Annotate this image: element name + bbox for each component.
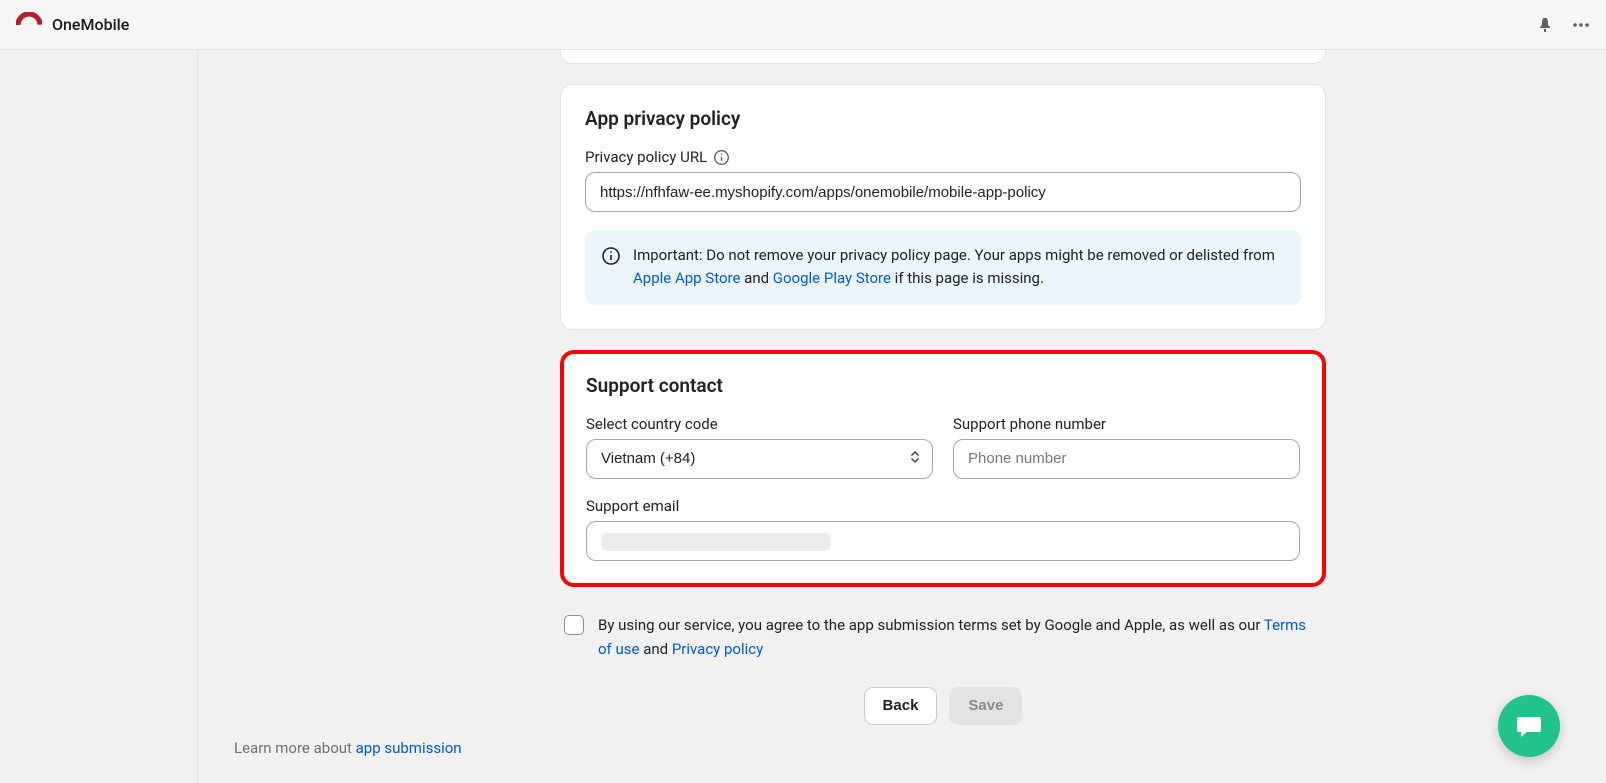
banner-tail: if this page is missing. — [891, 269, 1044, 287]
back-button[interactable]: Back — [864, 687, 938, 725]
privacy-url-label-text: Privacy policy URL — [585, 148, 707, 166]
topbar-left: OneMobile — [16, 12, 129, 38]
apple-store-link[interactable]: Apple App Store — [633, 269, 740, 287]
chat-fab[interactable] — [1498, 695, 1560, 757]
privacy-url-input[interactable] — [585, 172, 1301, 212]
app-logo-icon — [16, 12, 42, 38]
app-submission-link[interactable]: app submission — [356, 739, 462, 757]
topbar-right — [1536, 16, 1590, 34]
support-email-input[interactable] — [586, 521, 1300, 561]
country-code-label: Select country code — [586, 415, 933, 433]
banner-text-1: Do not remove your privacy policy page. … — [706, 246, 1275, 264]
terms-text: By using our service, you agree to the a… — [598, 613, 1322, 661]
main-area: 71/100 App privacy policy Privacy policy… — [198, 50, 1606, 783]
terms-checkbox[interactable] — [564, 615, 584, 635]
pin-icon[interactable] — [1536, 16, 1554, 34]
terms-row: By using our service, you agree to the a… — [560, 607, 1326, 661]
google-store-link[interactable]: Google Play Store — [773, 269, 891, 287]
country-select-wrap: Vietnam (+84) — [586, 439, 933, 479]
left-rail — [0, 50, 198, 783]
save-button: Save — [949, 687, 1022, 725]
privacy-url-group: Privacy policy URL — [585, 148, 1301, 212]
support-contact-card: Support contact Select country code Viet… — [560, 350, 1326, 587]
learn-more-footer: Learn more about app submission — [234, 739, 462, 757]
learn-more-text: Learn more about — [234, 739, 356, 757]
phone-label: Support phone number — [953, 415, 1300, 433]
phone-input[interactable] — [953, 439, 1300, 479]
privacy-url-label: Privacy policy URL — [585, 148, 1301, 166]
country-code-group: Select country code Vietnam (+84) — [586, 415, 933, 479]
page-body: 71/100 App privacy policy Privacy policy… — [0, 50, 1606, 783]
privacy-title: App privacy policy — [585, 107, 1301, 130]
email-label: Support email — [586, 497, 1300, 515]
info-icon[interactable] — [713, 149, 730, 166]
email-group: Support email — [586, 497, 1300, 561]
banner-text: Important: Do not remove your privacy po… — [633, 244, 1285, 291]
privacy-policy-card: App privacy policy Privacy policy URL — [560, 84, 1326, 330]
topbar: OneMobile — [0, 0, 1606, 50]
info-banner-icon — [601, 246, 621, 291]
country-code-select[interactable]: Vietnam (+84) — [586, 439, 933, 479]
chat-icon — [1515, 712, 1543, 740]
privacy-info-banner: Important: Do not remove your privacy po… — [585, 230, 1301, 305]
phone-group: Support phone number — [953, 415, 1300, 479]
more-icon[interactable] — [1572, 16, 1590, 34]
button-row: Back Save — [560, 687, 1326, 725]
banner-prefix: Important: — [633, 246, 706, 264]
support-row: Select country code Vietnam (+84) Suppor… — [586, 415, 1300, 479]
content-column: 71/100 App privacy policy Privacy policy… — [560, 50, 1326, 725]
privacy-policy-link[interactable]: Privacy policy — [672, 640, 763, 658]
terms-and: and — [639, 640, 671, 658]
previous-card: 71/100 — [560, 50, 1326, 64]
support-title: Support contact — [586, 374, 1300, 397]
email-redacted-bar — [601, 533, 831, 551]
banner-and: and — [740, 269, 772, 287]
app-title: OneMobile — [52, 15, 129, 34]
terms-text-1: By using our service, you agree to the a… — [598, 616, 1264, 634]
